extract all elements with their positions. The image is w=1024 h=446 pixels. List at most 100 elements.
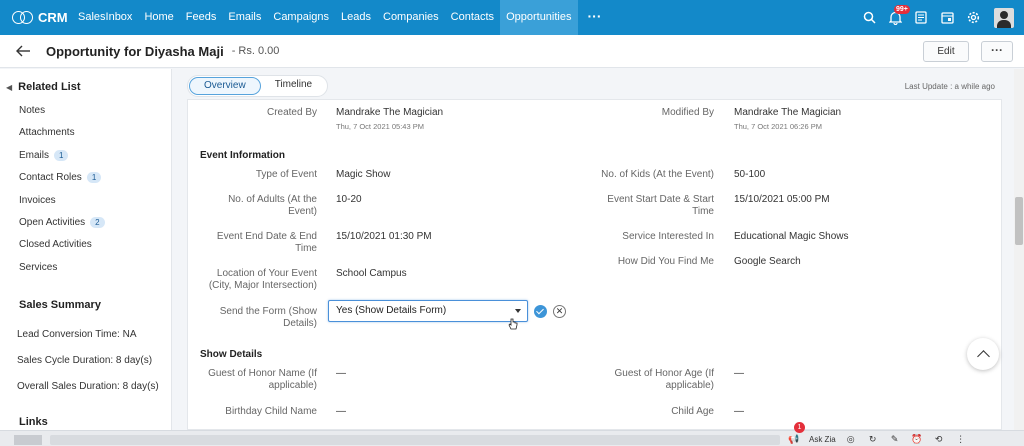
no-of-kids-label: No. of Kids (At the Event) [601, 169, 714, 180]
nav-tabs: SalesInbox Home Feeds Emails Campaigns L… [72, 0, 612, 35]
event-start-value[interactable]: 15/10/2021 05:00 PM [734, 194, 830, 206]
tab-overview[interactable]: Overview [189, 77, 261, 95]
sidebar-item-label: Contact Roles [19, 172, 82, 184]
sidebar-item-attachments[interactable]: Attachments [19, 126, 105, 148]
history-icon[interactable]: ⟲ [928, 434, 950, 445]
birthday-child-value[interactable]: — [336, 406, 346, 418]
modified-by-value[interactable]: Mandrake The Magician [734, 107, 841, 119]
event-end-value[interactable]: 15/10/2021 01:30 PM [336, 231, 432, 243]
sales-cycle-duration: Sales Cycle Duration: 8 day(s) [17, 355, 153, 366]
sales-summary-list: Lead Conversion Time: NA Sales Cycle Dur… [17, 329, 159, 407]
sidebar-item-invoices[interactable]: Invoices [19, 194, 105, 216]
gamepad-icon[interactable]: ◎ [840, 434, 862, 445]
document-icon[interactable] [908, 0, 934, 35]
nav-item-leads[interactable]: Leads [335, 0, 377, 35]
sidebar-item-services[interactable]: Services [19, 261, 105, 283]
view-tabs: Overview Timeline [187, 75, 329, 97]
hand-cursor-icon [508, 318, 518, 330]
record-header: Opportunity for Diyasha Maji - Rs. 0.00 … [0, 35, 1024, 68]
signature-icon[interactable]: ✎ [884, 434, 906, 445]
child-age-value[interactable]: — [734, 406, 744, 418]
send-form-selected-value: Yes (Show Details Form) [336, 305, 447, 316]
sidebar-item-label: Closed Activities [19, 239, 92, 251]
sidebar-item-open-activities[interactable]: Open Activities 2 [19, 216, 105, 238]
more-actions-button[interactable]: ··· [981, 41, 1013, 62]
how-found-label: How Did You Find Me [617, 256, 714, 267]
ask-zia-button[interactable]: Ask Zia [805, 435, 840, 444]
gear-icon[interactable] [960, 0, 986, 35]
send-form-select[interactable]: Yes (Show Details Form) [328, 300, 528, 322]
bell-icon[interactable]: 99+ [882, 0, 910, 35]
nav-more-button[interactable]: ··· [578, 0, 612, 35]
send-form-label: Send the Form (Show Details) [220, 306, 317, 330]
bottom-bar: 📢 Ask Zia ◎ ↻ ✎ ⏰ ⟲ ⋮ [0, 430, 1024, 446]
how-found-value[interactable]: Google Search [734, 256, 801, 268]
page-title: Opportunity for Diyasha Maji [46, 43, 224, 59]
collapse-icon[interactable]: ◀ [6, 83, 12, 92]
sidebar-item-label: Emails [19, 149, 50, 161]
nav-item-opportunities[interactable]: Opportunities [500, 0, 578, 35]
top-navigation: CRM SalesInbox Home Feeds Emails Campaig… [0, 0, 1024, 35]
nav-item-home[interactable]: Home [138, 0, 179, 35]
dialpad-icon[interactable]: ⋮ [950, 434, 972, 445]
sidebar-item-emails[interactable]: Emails 1 [19, 149, 105, 171]
megaphone-icon[interactable]: 📢 [783, 434, 805, 445]
vertical-scrollbar[interactable] [1014, 69, 1024, 430]
child-age-label: Child Age [671, 406, 714, 417]
created-by-value[interactable]: Mandrake The Magician [336, 107, 443, 119]
no-of-adults-value[interactable]: 10-20 [336, 194, 362, 206]
honor-name-value[interactable]: — [336, 368, 346, 380]
crm-logo[interactable]: CRM [0, 0, 72, 35]
modified-on-time: Thu, 7 Oct 2021 06:26 PM [734, 122, 822, 131]
refresh-icon[interactable]: ↻ [862, 434, 884, 445]
nav-item-contacts[interactable]: Contacts [445, 0, 500, 35]
bottom-notification-badge: 1 [794, 422, 805, 433]
search-icon[interactable] [856, 0, 882, 35]
nav-item-feeds[interactable]: Feeds [180, 0, 223, 35]
tab-timeline[interactable]: Timeline [261, 77, 326, 95]
service-interested-value[interactable]: Educational Magic Shows [734, 231, 849, 243]
nav-item-companies[interactable]: Companies [377, 0, 445, 35]
type-of-event-value[interactable]: Magic Show [336, 169, 390, 181]
count-badge: 2 [90, 216, 105, 228]
service-interested-label: Service Interested In [622, 231, 714, 242]
horizontal-scroll-handle[interactable] [14, 435, 42, 445]
nav-item-emails[interactable]: Emails [222, 0, 267, 35]
sidebar-item-notes[interactable]: Notes [19, 104, 105, 126]
calendar-icon[interactable] [934, 0, 960, 35]
label-line: Details) [283, 318, 317, 329]
sidebar-item-label: Services [19, 261, 58, 273]
sidebar-item-label: Open Activities [19, 216, 86, 228]
count-badge: 1 [54, 149, 69, 161]
logo-text: CRM [38, 10, 68, 25]
user-avatar[interactable] [994, 7, 1014, 28]
modified-by-label: Modified By [661, 107, 714, 118]
back-arrow-icon[interactable] [0, 45, 46, 57]
nav-item-campaigns[interactable]: Campaigns [267, 0, 335, 35]
label-line: applicable) [268, 380, 317, 391]
related-list: Notes Attachments Emails 1 Contact Roles 1… [19, 104, 105, 283]
label-line: Send the Form (Show [219, 306, 317, 317]
confirm-check-button[interactable] [534, 305, 547, 318]
links-title: Links [19, 416, 48, 428]
honor-age-value[interactable]: — [734, 368, 744, 380]
sidebar-item-label: Invoices [19, 194, 56, 206]
edit-button[interactable]: Edit [923, 41, 969, 62]
event-location-value[interactable]: School Campus [336, 268, 407, 280]
related-list-label: Related List [18, 81, 81, 93]
scroll-to-top-button[interactable] [967, 338, 999, 370]
alarm-icon[interactable]: ⏰ [906, 434, 928, 445]
honor-age-label: Guest of Honor Age (If applicable) [615, 368, 715, 392]
cancel-x-button[interactable]: ✕ [553, 305, 566, 318]
label-line: Event Start Date & Start [607, 194, 714, 205]
related-list-title[interactable]: ◀ Related List [6, 81, 81, 93]
nav-item-salesinbox[interactable]: SalesInbox [72, 0, 138, 35]
sidebar-item-contact-roles[interactable]: Contact Roles 1 [19, 171, 105, 193]
horizontal-scrollbar[interactable] [50, 435, 780, 445]
label-line: No. of Adults (At the [228, 194, 317, 205]
no-of-kids-value[interactable]: 50-100 [734, 169, 765, 181]
scrollbar-thumb[interactable] [1015, 197, 1023, 245]
no-of-adults-label: No. of Adults (At the Event) [228, 194, 317, 218]
sidebar-item-closed-activities[interactable]: Closed Activities [19, 238, 105, 260]
created-by-label: Created By [266, 107, 317, 118]
